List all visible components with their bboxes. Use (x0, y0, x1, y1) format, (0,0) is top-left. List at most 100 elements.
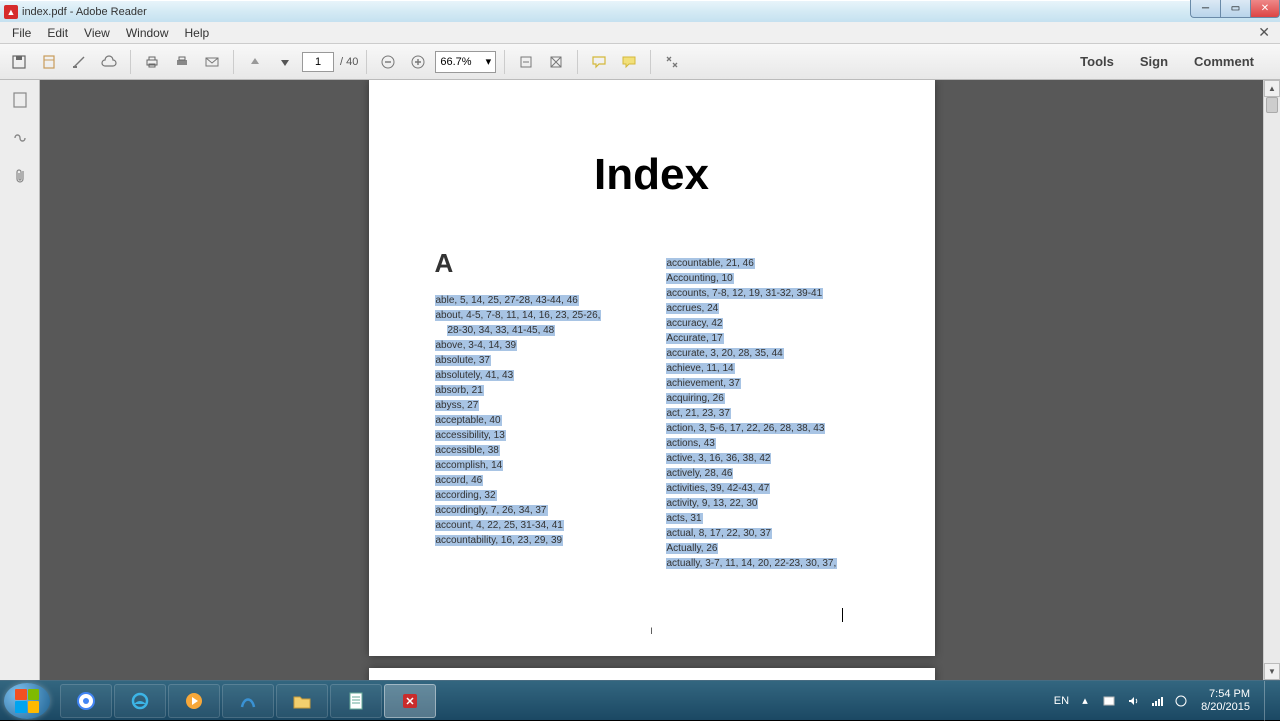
highlight-icon[interactable] (616, 49, 642, 75)
index-entry: achieve, 11, 14 (666, 363, 735, 374)
index-entry: accessible, 38 (435, 445, 500, 456)
zoom-out-icon[interactable] (375, 49, 401, 75)
comment-icon[interactable] (586, 49, 612, 75)
show-desktop-button[interactable] (1264, 681, 1274, 721)
close-button[interactable]: ✕ (1250, 0, 1280, 18)
index-entry: actions, 43 (666, 438, 716, 449)
index-column-right: accountable, 21, 46Accounting, 10account… (666, 256, 869, 571)
index-entry: accomplish, 14 (435, 460, 504, 471)
taskbar-adobe-reader[interactable] (384, 684, 436, 718)
email-icon[interactable] (199, 49, 225, 75)
index-entry: actually, 3-7, 11, 14, 20, 22-23, 30, 37… (666, 558, 838, 569)
tools-button[interactable]: Tools (1074, 50, 1120, 73)
start-button[interactable] (4, 683, 50, 719)
nav-sidebar (0, 80, 40, 680)
zoom-in-icon[interactable] (405, 49, 431, 75)
index-entry: absorb, 21 (435, 385, 484, 396)
menu-view[interactable]: View (76, 24, 118, 42)
minimize-button[interactable]: ─ (1190, 0, 1220, 18)
index-entry: accountability, 16, 23, 29, 39 (435, 535, 564, 546)
taskbar-explorer[interactable] (276, 684, 328, 718)
menu-help[interactable]: Help (177, 24, 218, 42)
index-entry: actual, 8, 17, 22, 30, 37 (666, 528, 773, 539)
menu-edit[interactable]: Edit (39, 24, 76, 42)
vertical-scrollbar[interactable]: ▲ ▼ (1263, 80, 1280, 680)
index-entry: accounts, 7-8, 12, 19, 31-32, 39-41 (666, 288, 824, 299)
page-up-icon[interactable] (242, 49, 268, 75)
scroll-down-icon[interactable]: ▼ (1264, 663, 1280, 680)
index-entry: account, 4, 22, 25, 31-34, 41 (435, 520, 564, 531)
index-entry: acquiring, 26 (666, 393, 725, 404)
index-entry: accuracy, 42 (666, 318, 724, 329)
tray-misc-icon[interactable] (1173, 693, 1189, 709)
volume-icon[interactable] (1125, 693, 1141, 709)
taskbar-app1[interactable] (222, 684, 274, 718)
page-footer-number: I (650, 626, 653, 636)
index-entry: Accurate, 17 (666, 333, 724, 344)
taskbar: EN ▴ 7:54 PM 8/20/2015 (0, 680, 1280, 720)
chevron-down-icon: ▾ (486, 55, 492, 68)
page-count-label: / 40 (340, 56, 358, 68)
separator (366, 50, 367, 74)
menu-window[interactable]: Window (118, 24, 177, 42)
maximize-button[interactable]: ▭ (1220, 0, 1250, 18)
index-entry: absolute, 37 (435, 355, 492, 366)
text-cursor (842, 608, 843, 622)
app-icon: ▲ (4, 5, 18, 19)
clock[interactable]: 7:54 PM 8/20/2015 (1201, 688, 1250, 714)
window-titlebar: ▲ index.pdf - Adobe Reader ─ ▭ ✕ (0, 0, 1280, 22)
index-entry: 28-30, 34, 33, 41-45, 48 (447, 325, 556, 336)
fit-page-icon[interactable] (543, 49, 569, 75)
read-mode-icon[interactable] (659, 49, 685, 75)
index-entry: abyss, 27 (435, 400, 480, 411)
menu-file[interactable]: File (4, 24, 39, 42)
index-entry: activities, 39, 42-43, 47 (666, 483, 771, 494)
index-entry: accordingly, 7, 26, 34, 37 (435, 505, 548, 516)
pdf-icon[interactable] (36, 49, 62, 75)
scroll-up-icon[interactable]: ▲ (1264, 80, 1280, 97)
sign-icon[interactable] (66, 49, 92, 75)
index-entry: according, 32 (435, 490, 497, 501)
pdf-page: Index A able, 5, 14, 25, 27-28, 43-44, 4… (369, 80, 935, 656)
network-icon[interactable] (1149, 693, 1165, 709)
tray-up-icon[interactable]: ▴ (1077, 693, 1093, 709)
thumbnails-icon[interactable] (8, 88, 32, 112)
index-entry: absolutely, 41, 43 (435, 370, 515, 381)
time-label: 7:54 PM (1201, 688, 1250, 701)
index-entry: acceptable, 40 (435, 415, 502, 426)
scroll-thumb[interactable] (1266, 97, 1278, 113)
cloud-icon[interactable] (96, 49, 122, 75)
separator (233, 50, 234, 74)
taskbar-chrome[interactable] (60, 684, 112, 718)
index-entry: activity, 9, 13, 22, 30 (666, 498, 759, 509)
flag-icon[interactable] (1101, 693, 1117, 709)
index-entry: accord, 46 (435, 475, 484, 486)
separator (504, 50, 505, 74)
index-entry: accurate, 3, 20, 28, 35, 44 (666, 348, 784, 359)
taskbar-media[interactable] (168, 684, 220, 718)
save-icon[interactable] (6, 49, 32, 75)
page-number-input[interactable] (302, 52, 334, 72)
close-doc-icon[interactable]: ✕ (1252, 24, 1276, 41)
language-indicator[interactable]: EN (1054, 695, 1069, 707)
index-entry: Actually, 26 (666, 543, 719, 554)
taskbar-ie[interactable] (114, 684, 166, 718)
attachments-icon[interactable] (8, 164, 32, 188)
separator (577, 50, 578, 74)
page-heading: Index (435, 150, 869, 200)
index-entry: above, 3-4, 14, 39 (435, 340, 518, 351)
index-column-left: A able, 5, 14, 25, 27-28, 43-44, 46about… (435, 256, 638, 571)
zoom-select[interactable]: 66.7%▾ (435, 51, 496, 73)
fit-width-icon[interactable] (513, 49, 539, 75)
bookmarks-icon[interactable] (8, 126, 32, 150)
sign-button[interactable]: Sign (1134, 50, 1174, 73)
print-icon[interactable] (139, 49, 165, 75)
date-label: 8/20/2015 (1201, 701, 1250, 714)
page-down-icon[interactable] (272, 49, 298, 75)
comment-button[interactable]: Comment (1188, 50, 1260, 73)
index-entry: active, 3, 16, 36, 38, 42 (666, 453, 772, 464)
print2-icon[interactable] (169, 49, 195, 75)
document-viewer[interactable]: Index A able, 5, 14, 25, 27-28, 43-44, 4… (40, 80, 1263, 680)
taskbar-notepad[interactable] (330, 684, 382, 718)
index-entry: achievement, 37 (666, 378, 741, 389)
